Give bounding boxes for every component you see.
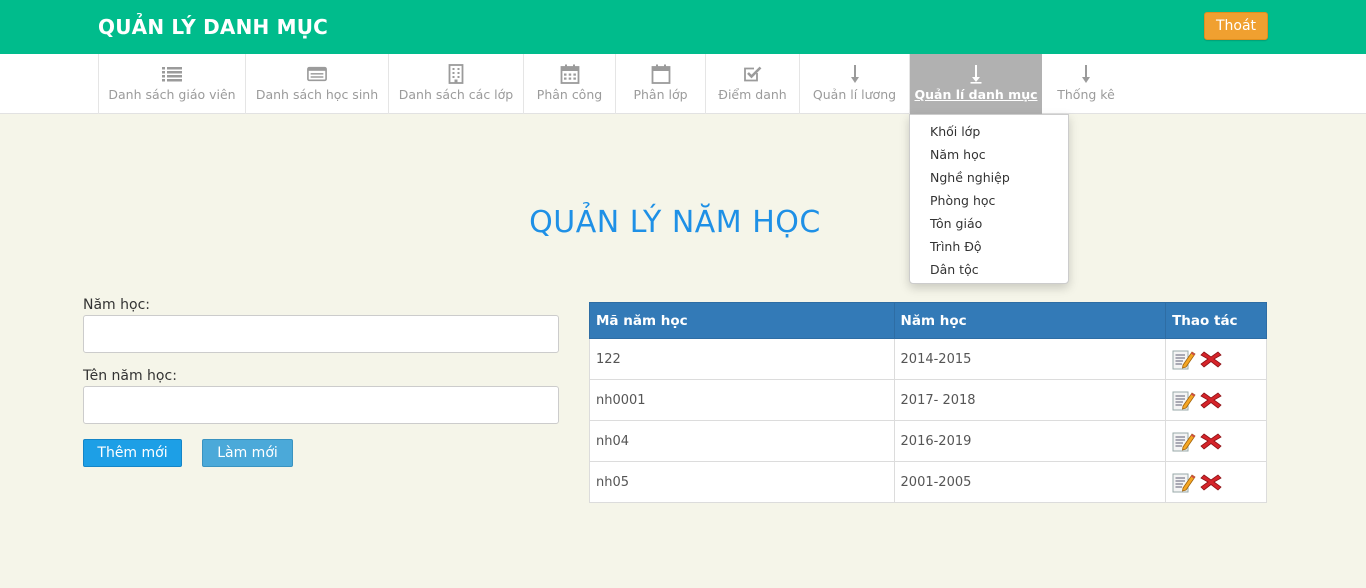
nav-item-categories[interactable]: Quản lí danh mục bbox=[909, 54, 1042, 114]
main-nav: Danh sách giáo viên Danh sách học sinh D… bbox=[0, 54, 1366, 114]
cell-year: 2014-2015 bbox=[893, 338, 1167, 380]
app-title: QUẢN LÝ DANH MỤC bbox=[98, 15, 329, 39]
categories-dropdown-menu: Khối lớp Năm học Nghề nghiệp Phòng học T… bbox=[909, 114, 1069, 284]
delete-icon[interactable] bbox=[1200, 431, 1222, 451]
cell-actions bbox=[1165, 338, 1267, 380]
top-header: QUẢN LÝ DANH MỤC Thoát bbox=[0, 0, 1366, 54]
reset-button[interactable]: Làm mới bbox=[202, 439, 293, 467]
id-card-icon bbox=[307, 64, 327, 84]
table-row: nh04 2016-2019 bbox=[589, 420, 1267, 462]
nav-label: Danh sách các lớp bbox=[398, 87, 514, 102]
dropdown-item-occupation[interactable]: Nghề nghiệp bbox=[910, 166, 1068, 189]
column-header-actions: Thao tác bbox=[1165, 302, 1267, 339]
school-year-input[interactable] bbox=[83, 315, 559, 353]
calendar-blank-icon bbox=[651, 64, 671, 84]
nav-item-teachers[interactable]: Danh sách giáo viên bbox=[98, 54, 245, 114]
page-title: QUẢN LÝ NĂM HỌC bbox=[529, 205, 821, 240]
nav-label: Điểm danh bbox=[718, 87, 787, 102]
cell-year: 2017- 2018 bbox=[893, 379, 1167, 421]
school-year-table: Mã năm học Năm học Thao tác 122 2014-201… bbox=[589, 302, 1267, 503]
nav-item-statistics[interactable]: Thống kê bbox=[1042, 54, 1130, 114]
delete-icon[interactable] bbox=[1200, 472, 1222, 492]
cell-year: 2001-2005 bbox=[893, 461, 1167, 503]
cell-code: nh0001 bbox=[589, 379, 895, 421]
column-header-year: Năm học bbox=[893, 302, 1167, 339]
edit-icon[interactable] bbox=[1172, 389, 1196, 411]
calendar-icon bbox=[560, 64, 580, 84]
column-header-code: Mã năm học bbox=[589, 302, 895, 339]
edit-icon[interactable] bbox=[1172, 348, 1196, 370]
school-year-name-input[interactable] bbox=[83, 386, 559, 424]
nav-item-students[interactable]: Danh sách học sinh bbox=[245, 54, 388, 114]
cell-actions bbox=[1165, 379, 1267, 421]
school-year-label: Năm học: bbox=[83, 297, 150, 313]
delete-icon[interactable] bbox=[1200, 349, 1222, 369]
table-row: nh0001 2017- 2018 bbox=[589, 379, 1267, 421]
arrow-down-icon bbox=[966, 64, 986, 84]
add-new-button[interactable]: Thêm mới bbox=[83, 439, 182, 467]
nav-label: Phân lớp bbox=[633, 87, 688, 102]
table-header-row: Mã năm học Năm học Thao tác bbox=[589, 302, 1267, 339]
cell-actions bbox=[1165, 461, 1267, 503]
dropdown-item-grade[interactable]: Khối lớp bbox=[910, 120, 1068, 143]
cell-actions bbox=[1165, 420, 1267, 462]
nav-item-classes[interactable]: Danh sách các lớp bbox=[388, 54, 523, 114]
check-square-icon bbox=[743, 64, 763, 84]
nav-label: Quản lí lương bbox=[812, 87, 897, 102]
table-row: nh05 2001-2005 bbox=[589, 461, 1267, 503]
nav-label: Thống kê bbox=[1057, 87, 1115, 102]
nav-label: Danh sách học sinh bbox=[255, 87, 379, 102]
nav-item-attendance[interactable]: Điểm danh bbox=[705, 54, 799, 114]
school-year-name-label: Tên năm học: bbox=[83, 368, 177, 384]
nav-label: Phân công bbox=[536, 87, 603, 102]
nav-label: Danh sách giáo viên bbox=[108, 87, 236, 102]
nav-item-assignment[interactable]: Phân công bbox=[523, 54, 615, 114]
table-row: 122 2014-2015 bbox=[589, 338, 1267, 380]
dropdown-item-ethnicity[interactable]: Dân tộc bbox=[910, 258, 1068, 281]
arrow-down-icon bbox=[845, 64, 865, 84]
cell-code: nh05 bbox=[589, 461, 895, 503]
cell-year: 2016-2019 bbox=[893, 420, 1167, 462]
list-icon bbox=[162, 64, 182, 84]
dropdown-item-school-year[interactable]: Năm học bbox=[910, 143, 1068, 166]
cell-code: 122 bbox=[589, 338, 895, 380]
nav-item-salary[interactable]: Quản lí lương bbox=[799, 54, 909, 114]
edit-icon[interactable] bbox=[1172, 471, 1196, 493]
arrow-down-icon bbox=[1076, 64, 1096, 84]
edit-icon[interactable] bbox=[1172, 430, 1196, 452]
delete-icon[interactable] bbox=[1200, 390, 1222, 410]
logout-button[interactable]: Thoát bbox=[1204, 12, 1268, 40]
nav-item-class-assignment[interactable]: Phân lớp bbox=[615, 54, 705, 114]
nav-label: Quản lí danh mục bbox=[914, 87, 1038, 102]
cell-code: nh04 bbox=[589, 420, 895, 462]
building-icon bbox=[446, 64, 466, 84]
